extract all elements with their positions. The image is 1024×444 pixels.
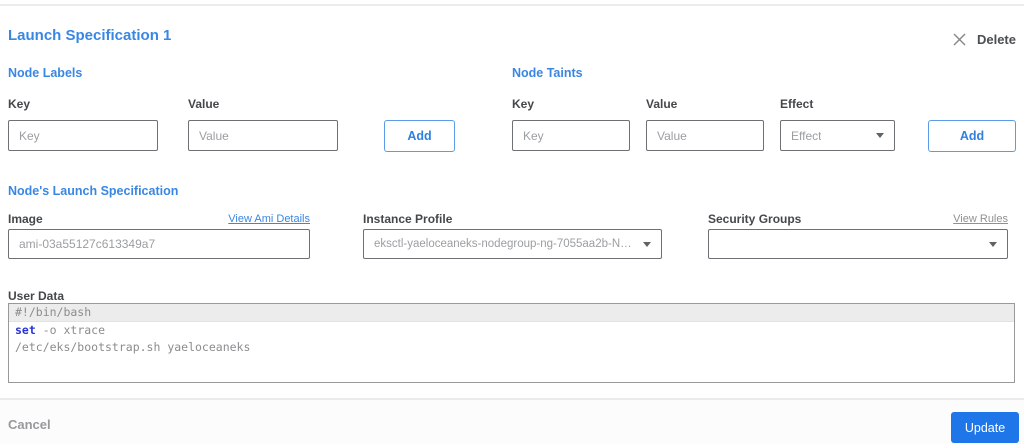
- code-line: /etc/eks/bootstrap.sh yaeloceaneks: [15, 340, 251, 354]
- user-data-editor[interactable]: #!/bin/bash set -o xtrace /etc/eks/boots…: [8, 303, 1015, 383]
- footer-bar: [0, 400, 1024, 444]
- cancel-button[interactable]: Cancel: [8, 417, 51, 432]
- node-labels-heading: Node Labels: [8, 66, 83, 80]
- instance-profile-label: Instance Profile: [363, 212, 453, 226]
- security-groups-select[interactable]: [708, 229, 1008, 259]
- chevron-down-icon: [876, 133, 884, 138]
- footer-divider: [0, 398, 1024, 400]
- instance-profile-value: eksctl-yaeloceaneks-nodegroup-ng-7055aa2…: [374, 238, 635, 250]
- node-taints-key-input[interactable]: [512, 120, 630, 151]
- node-taints-add-button[interactable]: Add: [928, 120, 1016, 152]
- launch-spec-heading: Node's Launch Specification: [8, 184, 179, 198]
- chevron-down-icon: [643, 241, 651, 247]
- node-labels-add-button[interactable]: Add: [384, 120, 455, 152]
- chevron-down-icon: [989, 241, 997, 247]
- node-labels-value-label: Value: [188, 97, 220, 111]
- node-labels-key-label: Key: [8, 97, 31, 111]
- launch-specification-editor: Launch Specification 1 Delete Node Label…: [0, 0, 1024, 444]
- code-line: #!/bin/bash: [9, 304, 1014, 322]
- effect-select[interactable]: Effect: [780, 120, 895, 151]
- update-button[interactable]: Update: [951, 412, 1019, 443]
- page-title: Launch Specification 1: [8, 27, 172, 44]
- node-labels-value-input[interactable]: [188, 120, 338, 151]
- node-taints-value-input[interactable]: [646, 120, 764, 151]
- image-input[interactable]: [8, 229, 310, 259]
- security-groups-label: Security Groups: [708, 212, 802, 226]
- instance-profile-select[interactable]: eksctl-yaeloceaneks-nodegroup-ng-7055aa2…: [363, 229, 662, 259]
- image-label: Image: [8, 212, 43, 226]
- node-taints-effect-label: Effect: [780, 97, 814, 111]
- delete-button[interactable]: Delete: [953, 32, 1016, 47]
- code-keyword: set: [15, 323, 36, 337]
- user-data-label: User Data: [8, 289, 65, 303]
- effect-select-value: Effect: [791, 128, 822, 143]
- node-labels-key-input[interactable]: [8, 120, 158, 151]
- code-text: -o xtrace: [35, 323, 106, 337]
- node-taints-value-label: Value: [646, 97, 678, 111]
- node-taints-heading: Node Taints: [512, 66, 583, 80]
- top-divider: [0, 4, 1024, 6]
- close-icon: [953, 33, 966, 46]
- node-taints-key-label: Key: [512, 97, 535, 111]
- view-rules-link[interactable]: View Rules: [953, 213, 1008, 225]
- code-line: set -o xtrace: [9, 322, 1014, 339]
- view-ami-details-link[interactable]: View Ami Details: [228, 213, 310, 225]
- delete-label: Delete: [976, 32, 1016, 47]
